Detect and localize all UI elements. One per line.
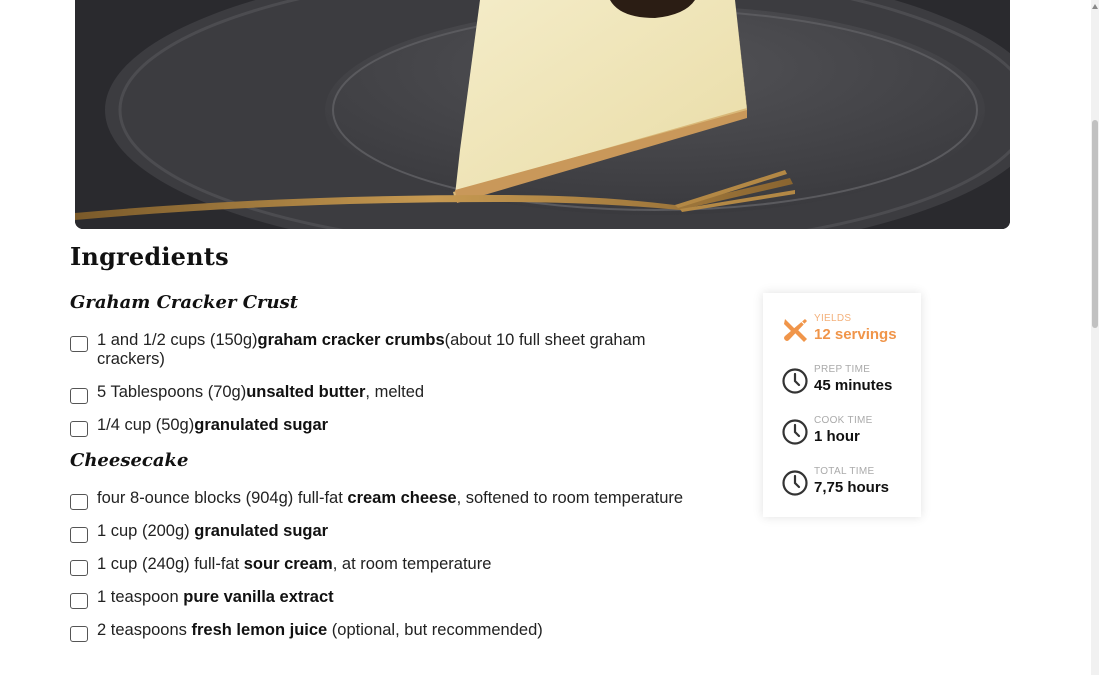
ingredient-name: cream cheese [347,489,457,507]
group-title-cheesecake: Cheesecake [70,450,189,471]
ingredient-checkbox[interactable] [70,593,88,609]
cheesecake-photo [75,0,1010,229]
clock-icon [782,419,808,445]
ingredient-note: , melted [365,383,425,401]
ingredient-checkbox[interactable] [70,494,88,510]
recipe-page: Ingredients Graham Cracker Crust 1 and 1… [0,0,1099,675]
ingredient-quantity: 5 Tablespoons (70g) [97,383,247,401]
ingredient-name: pure vanilla extract [183,588,334,606]
ingredient-item: 1/4 cup (50g)granulated sugar [70,416,710,437]
clock-icon [782,368,808,394]
ingredient-quantity: four 8-ounce blocks (904g) full-fat [97,489,348,507]
crust-ingredient-list: 1 and 1/2 cups (150g)graham cracker crum… [70,331,710,437]
ingredient-name: unsalted butter [246,383,366,401]
ingredient-checkbox[interactable] [70,421,88,437]
total-time-value: 7,75 hours [814,479,890,496]
prep-time-value: 45 minutes [814,377,893,394]
ingredient-checkbox[interactable] [70,560,88,576]
ingredient-checkbox[interactable] [70,388,88,404]
scrollbar-thumb[interactable] [1092,120,1098,328]
total-time-label: TOTAL TIME [814,466,875,477]
total-time-info: TOTAL TIME 7,75 hours [781,466,911,502]
prep-time-info: PREP TIME 45 minutes [781,364,911,400]
ingredient-name: fresh lemon juice [191,621,328,639]
ingredient-name: granulated sugar [194,522,329,540]
group-title-crust: Graham Cracker Crust [70,292,299,313]
ingredient-checkbox[interactable] [70,527,88,543]
ingredient-name: sour cream [243,555,333,573]
utensils-icon [784,319,807,342]
ingredient-quantity: 1/4 cup (50g) [97,416,195,434]
ingredients-section: Ingredients Graham Cracker Crust 1 and 1… [70,240,710,654]
ingredient-name: graham cracker crumbs [257,331,445,349]
ingredient-name: granulated sugar [194,416,329,434]
ingredient-quantity: 1 and 1/2 cups (150g) [97,331,258,349]
page-scrollbar[interactable] [1091,0,1099,675]
ingredient-quantity: 1 teaspoon [97,588,184,606]
ingredient-item: 1 cup (240g) full-fat sour cream, at roo… [70,555,710,576]
ingredient-item: 1 cup (200g) granulated sugar [70,522,710,543]
ingredient-item: 1 teaspoon pure vanilla extract [70,588,710,609]
prep-time-label: PREP TIME [814,364,871,375]
ingredient-item: 1 and 1/2 cups (150g)graham cracker crum… [70,331,710,369]
ingredient-item: 2 teaspoons fresh lemon juice (optional,… [70,621,710,642]
scroll-up-icon[interactable] [1092,4,1098,9]
ingredient-item: 5 Tablespoons (70g)unsalted butter, melt… [70,383,710,404]
ingredients-heading: Ingredients [70,242,229,271]
ingredient-note: , at room temperature [332,555,492,573]
ingredient-quantity: 1 cup (200g) [97,522,195,540]
clock-icon [782,470,808,496]
yields-info: YIELDS 12 servings [781,313,911,349]
ingredient-note: , softened to room temperature [456,489,684,507]
ingredient-quantity: 1 cup (240g) full-fat [97,555,244,573]
cook-time-info: COOK TIME 1 hour [781,415,911,451]
ingredient-checkbox[interactable] [70,336,88,352]
ingredient-checkbox[interactable] [70,626,88,642]
ingredient-item: four 8-ounce blocks (904g) full-fat crea… [70,489,710,510]
yields-label: YIELDS [814,313,852,324]
cheesecake-ingredient-list: four 8-ounce blocks (904g) full-fat crea… [70,489,710,642]
ingredient-note: (optional, but recommended) [327,621,543,639]
cook-time-label: COOK TIME [814,415,873,426]
yields-value: 12 servings [814,326,897,343]
recipe-info-card: YIELDS 12 servings PREP TIME 45 minutes … [763,293,921,517]
cook-time-value: 1 hour [814,428,860,445]
ingredient-quantity: 2 teaspoons [97,621,192,639]
